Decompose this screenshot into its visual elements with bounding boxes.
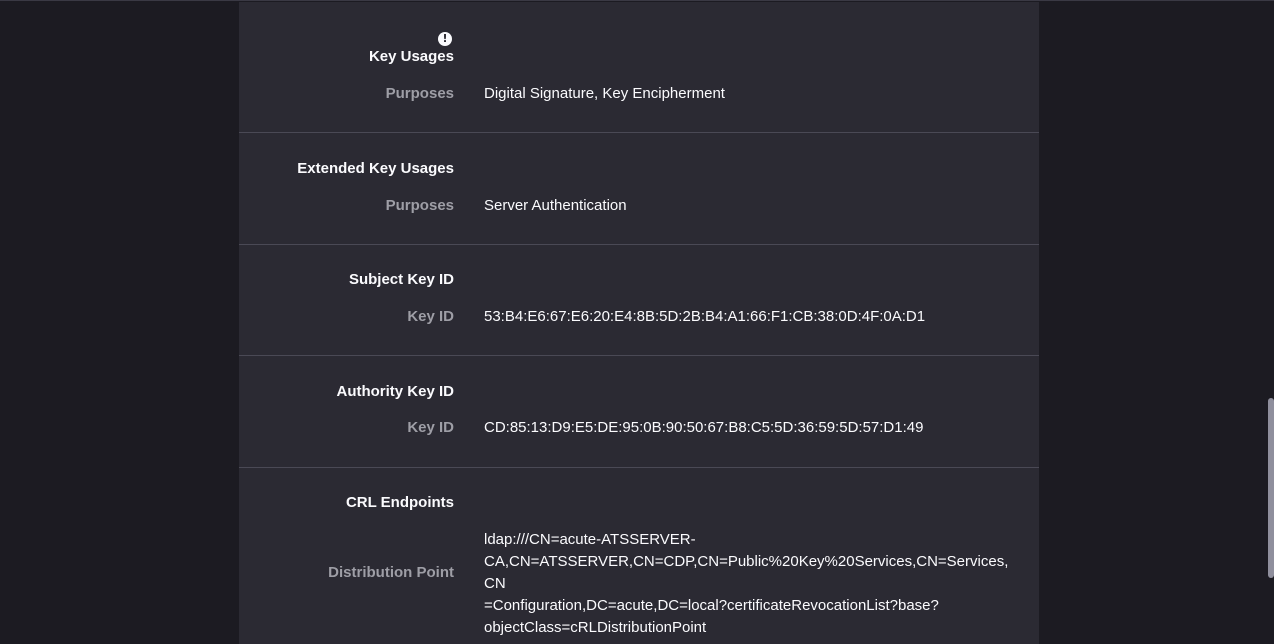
scrollbar-thumb[interactable]: [1268, 398, 1274, 578]
certificate-viewer-page: ! Key Usages Purposes Digital Signature,…: [0, 0, 1274, 644]
section-key-usages: ! Key Usages Purposes Digital Signature,…: [239, 2, 1039, 133]
section-title: Authority Key ID: [336, 383, 454, 400]
field-label: Key ID: [407, 308, 454, 325]
value-line: objectClass=cRLDistributionPoint: [484, 619, 707, 636]
certificate-details-panel: ! Key Usages Purposes Digital Signature,…: [239, 2, 1039, 644]
section-title: Key Usages: [368, 48, 454, 65]
section-title: Subject Key ID: [348, 271, 454, 288]
section-title: Extended Key Usages: [297, 160, 454, 177]
field-label: Purposes: [385, 85, 454, 102]
field-value: Server Authentication: [484, 197, 627, 214]
field-label: Distribution Point: [328, 564, 454, 581]
top-divider: [0, 0, 1274, 1]
section-extended-key-usages: Extended Key Usages Purposes Server Auth…: [239, 133, 1039, 245]
section-authority-key-id: Authority Key ID Key ID CD:85:13:D9:E5:D…: [239, 356, 1039, 468]
field-value: 53:B4:E6:67:E6:20:E4:8B:5D:2B:B4:A1:66:F…: [484, 308, 926, 325]
field-value: Digital Signature, Key Encipherment: [484, 85, 725, 102]
distribution-point-value: ldap:///CN=acute-ATSSERVER- CA,CN=ATSSER…: [484, 529, 1014, 639]
field-label: Purposes: [385, 197, 454, 214]
vertical-scrollbar[interactable]: [1268, 0, 1274, 644]
value-line: =Configuration,DC=acute,DC=local?certifi…: [484, 597, 939, 614]
section-title: CRL Endpoints: [345, 494, 454, 511]
field-value: CD:85:13:D9:E5:DE:95:0B:90:50:67:B8:C5:5…: [484, 419, 924, 436]
warning-icon: !: [438, 32, 452, 46]
value-line: CA,CN=ATSSERVER,CN=CDP,CN=Public%20Key%2…: [484, 553, 1009, 592]
section-subject-key-id: Subject Key ID Key ID 53:B4:E6:67:E6:20:…: [239, 245, 1039, 356]
value-line: ldap:///CN=acute-ATSSERVER-: [484, 531, 696, 548]
section-crl-endpoints: CRL Endpoints Distribution Point ldap://…: [239, 468, 1039, 644]
field-label: Key ID: [407, 419, 454, 436]
